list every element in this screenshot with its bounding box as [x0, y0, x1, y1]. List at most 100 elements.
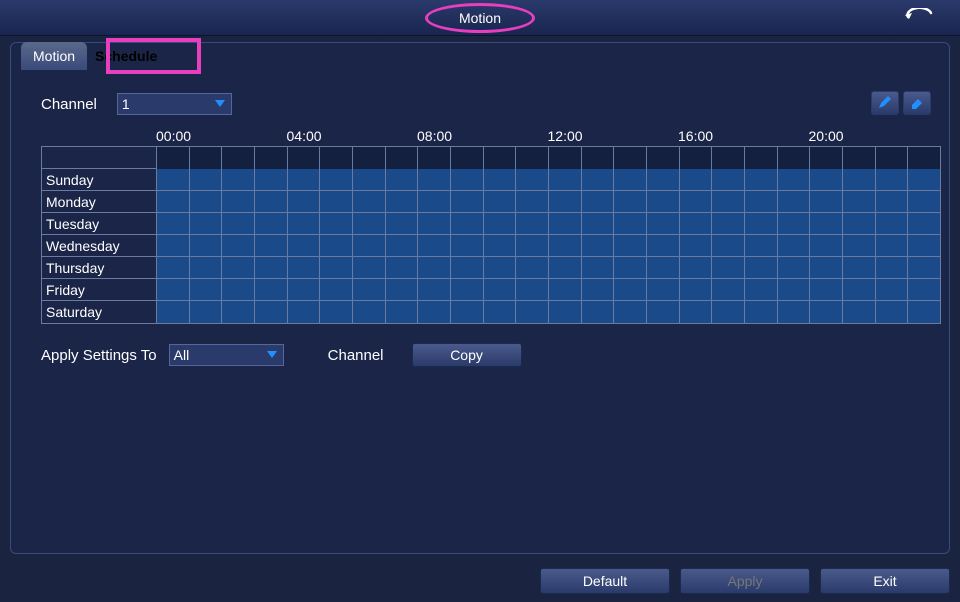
schedule-cell[interactable]	[843, 213, 876, 234]
schedule-cell[interactable]	[647, 279, 680, 300]
schedule-cell[interactable]	[418, 279, 451, 300]
schedule-cell[interactable]	[516, 169, 549, 190]
schedule-cell[interactable]	[549, 169, 582, 190]
schedule-cell[interactable]	[386, 169, 419, 190]
schedule-cell[interactable]	[516, 191, 549, 212]
schedule-cell[interactable]	[614, 257, 647, 278]
schedule-cell[interactable]	[484, 235, 517, 256]
schedule-grid[interactable]: SundayMondayTuesdayWednesdayThursdayFrid…	[41, 146, 941, 324]
schedule-cell[interactable]	[190, 301, 223, 323]
schedule-cell[interactable]	[908, 191, 940, 212]
schedule-cell[interactable]	[157, 301, 190, 323]
schedule-cell[interactable]	[549, 301, 582, 323]
schedule-cell[interactable]	[647, 169, 680, 190]
schedule-cell[interactable]	[222, 235, 255, 256]
schedule-cell[interactable]	[582, 213, 615, 234]
schedule-cell[interactable]	[876, 257, 909, 278]
schedule-cell[interactable]	[810, 169, 843, 190]
schedule-cell[interactable]	[843, 169, 876, 190]
schedule-cell[interactable]	[255, 301, 288, 323]
schedule-cell[interactable]	[190, 191, 223, 212]
schedule-cell[interactable]	[157, 169, 190, 190]
schedule-cell[interactable]	[353, 213, 386, 234]
schedule-cell[interactable]	[549, 235, 582, 256]
eraser-button[interactable]	[903, 91, 931, 115]
schedule-cell[interactable]	[745, 279, 778, 300]
schedule-cell[interactable]	[778, 279, 811, 300]
schedule-cell[interactable]	[778, 257, 811, 278]
apply-target-dropdown[interactable]: All	[169, 344, 284, 366]
schedule-cell[interactable]	[712, 235, 745, 256]
schedule-cell[interactable]	[810, 279, 843, 300]
schedule-cell[interactable]	[418, 235, 451, 256]
schedule-cell[interactable]	[810, 257, 843, 278]
schedule-cell[interactable]	[647, 301, 680, 323]
schedule-cell[interactable]	[157, 279, 190, 300]
schedule-cell[interactable]	[288, 279, 321, 300]
schedule-cell[interactable]	[484, 191, 517, 212]
schedule-cell[interactable]	[876, 235, 909, 256]
schedule-cell[interactable]	[778, 191, 811, 212]
schedule-cell[interactable]	[288, 301, 321, 323]
schedule-cell[interactable]	[222, 169, 255, 190]
schedule-cell[interactable]	[549, 279, 582, 300]
schedule-cell[interactable]	[288, 257, 321, 278]
schedule-cell[interactable]	[386, 257, 419, 278]
schedule-cell[interactable]	[712, 169, 745, 190]
schedule-cell[interactable]	[680, 235, 713, 256]
schedule-cell[interactable]	[778, 235, 811, 256]
schedule-cell[interactable]	[778, 301, 811, 323]
exit-button[interactable]: Exit	[820, 568, 950, 594]
schedule-cell[interactable]	[320, 301, 353, 323]
schedule-cell[interactable]	[418, 169, 451, 190]
schedule-cell[interactable]	[549, 257, 582, 278]
schedule-cell[interactable]	[386, 191, 419, 212]
schedule-cell[interactable]	[614, 235, 647, 256]
schedule-cell[interactable]	[451, 213, 484, 234]
schedule-cell[interactable]	[386, 279, 419, 300]
schedule-cell[interactable]	[320, 235, 353, 256]
schedule-cell[interactable]	[451, 257, 484, 278]
schedule-cell[interactable]	[288, 213, 321, 234]
schedule-cell[interactable]	[516, 235, 549, 256]
schedule-cell[interactable]	[418, 213, 451, 234]
schedule-cell[interactable]	[222, 213, 255, 234]
schedule-cell[interactable]	[680, 301, 713, 323]
schedule-cell[interactable]	[745, 235, 778, 256]
schedule-cell[interactable]	[680, 169, 713, 190]
schedule-cell[interactable]	[843, 301, 876, 323]
schedule-cell[interactable]	[255, 169, 288, 190]
schedule-cell[interactable]	[908, 169, 940, 190]
schedule-cell[interactable]	[876, 279, 909, 300]
back-button[interactable]	[900, 5, 940, 29]
schedule-cell[interactable]	[190, 213, 223, 234]
schedule-cell[interactable]	[908, 213, 940, 234]
schedule-cell[interactable]	[353, 169, 386, 190]
schedule-cell[interactable]	[320, 169, 353, 190]
schedule-cell[interactable]	[353, 235, 386, 256]
schedule-cell[interactable]	[712, 279, 745, 300]
schedule-cell[interactable]	[745, 301, 778, 323]
schedule-cell[interactable]	[255, 213, 288, 234]
schedule-cell[interactable]	[712, 301, 745, 323]
default-button[interactable]: Default	[540, 568, 670, 594]
schedule-cell[interactable]	[582, 235, 615, 256]
schedule-cell[interactable]	[778, 213, 811, 234]
schedule-cell[interactable]	[484, 169, 517, 190]
schedule-cell[interactable]	[680, 213, 713, 234]
schedule-cell[interactable]	[157, 191, 190, 212]
schedule-cell[interactable]	[582, 169, 615, 190]
schedule-cell[interactable]	[451, 169, 484, 190]
schedule-cell[interactable]	[353, 301, 386, 323]
schedule-cell[interactable]	[157, 257, 190, 278]
schedule-cell[interactable]	[647, 191, 680, 212]
schedule-cell[interactable]	[680, 257, 713, 278]
schedule-cell[interactable]	[810, 301, 843, 323]
schedule-cell[interactable]	[288, 169, 321, 190]
schedule-cell[interactable]	[810, 213, 843, 234]
schedule-cell[interactable]	[745, 169, 778, 190]
schedule-cell[interactable]	[516, 213, 549, 234]
schedule-cell[interactable]	[222, 191, 255, 212]
schedule-cell[interactable]	[353, 279, 386, 300]
schedule-cell[interactable]	[908, 301, 940, 323]
